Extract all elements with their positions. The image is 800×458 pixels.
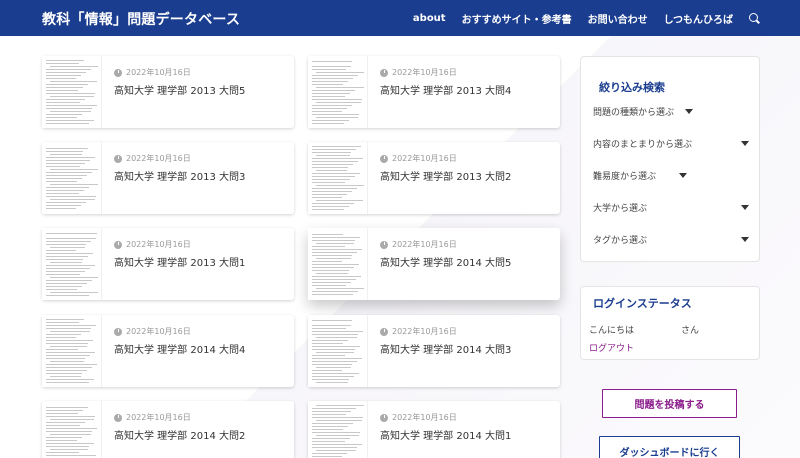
post-date: 2022年10月16日 bbox=[126, 240, 191, 249]
post-date: 2022年10月16日 bbox=[392, 154, 457, 163]
filter-label: 難易度から選ぶ bbox=[593, 172, 657, 182]
article-title[interactable]: 高知大学 理学部 2014 大問5 bbox=[380, 254, 511, 269]
article-title[interactable]: 高知大学 理学部 2014 大問2 bbox=[114, 427, 245, 442]
thumbnail-image bbox=[42, 56, 102, 128]
honorific-text: さん bbox=[681, 326, 700, 336]
post-date: 2022年10月16日 bbox=[392, 327, 457, 336]
clock-icon bbox=[380, 154, 388, 163]
post-date: 2022年10月16日 bbox=[126, 154, 191, 163]
filter-university[interactable]: 大学から選ぶ bbox=[593, 199, 753, 215]
clock-icon bbox=[114, 68, 122, 77]
site-title[interactable]: 教科「情報」問題データベース bbox=[42, 9, 240, 29]
clock-icon bbox=[114, 327, 122, 336]
chevron-down-icon bbox=[741, 237, 749, 242]
article-card[interactable]: 2022年10月16日 高知大学 理学部 2014 大問1 bbox=[308, 401, 560, 458]
article-title[interactable]: 高知大学 理学部 2013 大問2 bbox=[380, 168, 511, 183]
dashboard-button[interactable]: ダッシュボードに行く bbox=[599, 436, 740, 458]
article-title[interactable]: 高知大学 理学部 2013 大問5 bbox=[114, 82, 245, 97]
main-nav: about おすすめサイト・参考書 お問い合わせ しつもんひろば bbox=[413, 11, 760, 26]
filter-content-unit[interactable]: 内容のまとまりから選ぶ bbox=[593, 135, 753, 151]
thumbnail-image bbox=[308, 56, 368, 128]
article-card[interactable]: 2022年10月16日 高知大学 理学部 2014 大問3 bbox=[308, 315, 560, 387]
filter-label: 問題の種類から選ぶ bbox=[593, 108, 675, 118]
chevron-down-icon bbox=[741, 141, 749, 146]
article-card[interactable]: 2022年10月16日 高知大学 理学部 2013 大問4 bbox=[308, 56, 560, 128]
article-title[interactable]: 高知大学 理学部 2014 大問4 bbox=[114, 341, 245, 356]
thumbnail-image bbox=[42, 315, 102, 387]
article-card[interactable]: 2022年10月16日 高知大学 理学部 2014 大問5 bbox=[308, 228, 560, 300]
chevron-down-icon bbox=[679, 173, 687, 178]
article-title[interactable]: 高知大学 理学部 2014 大問3 bbox=[380, 341, 511, 356]
post-date: 2022年10月16日 bbox=[126, 413, 191, 422]
article-card[interactable]: 2022年10月16日 高知大学 理学部 2014 大問4 bbox=[42, 315, 294, 387]
article-card[interactable]: 2022年10月16日 高知大学 理学部 2013 大問5 bbox=[42, 56, 294, 128]
article-title[interactable]: 高知大学 理学部 2013 大問4 bbox=[380, 82, 511, 97]
login-status-widget: ログインステータス こんにちは さん ログアウト bbox=[580, 286, 760, 360]
clock-icon bbox=[380, 240, 388, 249]
logout-link[interactable]: ログアウト bbox=[589, 341, 634, 354]
thumbnail-image bbox=[308, 315, 368, 387]
filter-label: 大学から選ぶ bbox=[593, 204, 648, 214]
nav-forum[interactable]: しつもんひろば bbox=[664, 11, 733, 26]
post-date: 2022年10月16日 bbox=[126, 68, 191, 77]
filter-tag[interactable]: タグから選ぶ bbox=[593, 231, 753, 247]
chevron-down-icon bbox=[685, 109, 693, 114]
nav-contact[interactable]: お問い合わせ bbox=[588, 11, 648, 26]
thumbnail-image bbox=[42, 401, 102, 458]
article-title[interactable]: 高知大学 理学部 2014 大問1 bbox=[380, 427, 511, 442]
nav-recommended[interactable]: おすすめサイト・参考書 bbox=[462, 11, 572, 26]
filter-label: 内容のまとまりから選ぶ bbox=[593, 140, 693, 150]
article-card[interactable]: 2022年10月16日 高知大学 理学部 2013 大問1 bbox=[42, 228, 294, 300]
clock-icon bbox=[380, 68, 388, 77]
post-date: 2022年10月16日 bbox=[392, 413, 457, 422]
thumbnail-image bbox=[308, 401, 368, 458]
article-title[interactable]: 高知大学 理学部 2013 大問1 bbox=[114, 254, 245, 269]
post-date: 2022年10月16日 bbox=[126, 327, 191, 336]
site-header: 教科「情報」問題データベース about おすすめサイト・参考書 お問い合わせ … bbox=[0, 0, 800, 36]
article-card[interactable]: 2022年10月16日 高知大学 理学部 2013 大問2 bbox=[308, 142, 560, 214]
clock-icon bbox=[114, 240, 122, 249]
nav-about[interactable]: about bbox=[413, 13, 446, 24]
thumbnail-image bbox=[42, 228, 102, 300]
post-date: 2022年10月16日 bbox=[392, 240, 457, 249]
chevron-down-icon bbox=[741, 205, 749, 210]
search-icon[interactable] bbox=[749, 13, 760, 24]
filter-search-widget: 絞り込み検索 問題の種類から選ぶ 内容のまとまりから選ぶ 難易度から選ぶ 大学か… bbox=[580, 56, 760, 262]
clock-icon bbox=[380, 413, 388, 422]
filter-title: 絞り込み検索 bbox=[599, 81, 665, 94]
clock-icon bbox=[380, 327, 388, 336]
clock-icon bbox=[114, 413, 122, 422]
post-date: 2022年10月16日 bbox=[392, 68, 457, 77]
login-title: ログインステータス bbox=[593, 297, 692, 310]
post-question-button[interactable]: 問題を投稿する bbox=[602, 389, 737, 418]
filter-difficulty[interactable]: 難易度から選ぶ bbox=[593, 167, 753, 183]
filter-label: タグから選ぶ bbox=[593, 236, 648, 246]
thumbnail-image bbox=[308, 228, 368, 300]
article-card[interactable]: 2022年10月16日 高知大学 理学部 2013 大問3 bbox=[42, 142, 294, 214]
thumbnail-image bbox=[308, 142, 368, 214]
article-card[interactable]: 2022年10月16日 高知大学 理学部 2014 大問2 bbox=[42, 401, 294, 458]
thumbnail-image bbox=[42, 142, 102, 214]
clock-icon bbox=[114, 154, 122, 163]
filter-question-type[interactable]: 問題の種類から選ぶ bbox=[593, 103, 753, 119]
greeting-text: こんにちは bbox=[589, 326, 635, 336]
article-title[interactable]: 高知大学 理学部 2013 大問3 bbox=[114, 168, 245, 183]
